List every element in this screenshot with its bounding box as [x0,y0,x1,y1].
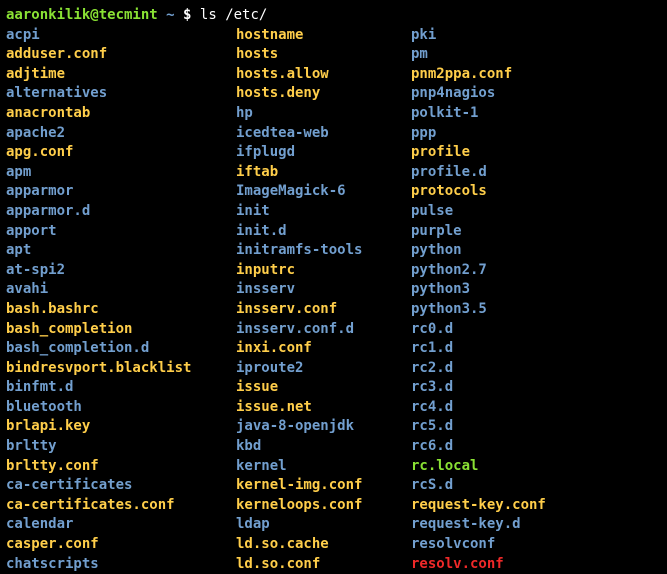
ls-entry: rc6.d [411,437,661,457]
ls-entry: bash.bashrc [6,300,236,320]
ls-entry: polkit-1 [411,104,661,124]
ls-entry: rc.local [411,457,661,477]
ls-entry: alternatives [6,84,236,104]
ls-entry: brltty [6,437,236,457]
ls-entry: python [411,241,661,261]
ls-entry: insserv.conf.d [236,320,411,340]
ls-entry: insserv.conf [236,300,411,320]
ls-entry: ppp [411,124,661,144]
ls-entry: profile [411,143,661,163]
ls-entry: iftab [236,163,411,183]
ls-entry: rc1.d [411,339,661,359]
ls-entry: bindresvport.blacklist [6,359,236,379]
ls-entry: python3 [411,280,661,300]
ls-entry: adjtime [6,65,236,85]
ls-entry: pnm2ppa.conf [411,65,661,85]
ls-entry: at-spi2 [6,261,236,281]
ls-entry: init [236,202,411,222]
ls-entry: request-key.d [411,515,661,535]
ls-entry: apparmor [6,182,236,202]
ls-entry: hosts [236,45,411,65]
ls-entry: inxi.conf [236,339,411,359]
ls-entry: brltty.conf [6,457,236,477]
ls-entry: resolv.conf [411,555,661,574]
ls-entry: rc2.d [411,359,661,379]
ls-entry: hosts.allow [236,65,411,85]
ls-entry: apache2 [6,124,236,144]
ls-entry: hosts.deny [236,84,411,104]
ls-entry: insserv [236,280,411,300]
ls-entry: rcS.d [411,476,661,496]
ls-entry: issue.net [236,398,411,418]
ls-entry: pulse [411,202,661,222]
ls-entry: kernel-img.conf [236,476,411,496]
ls-entry: kerneloops.conf [236,496,411,516]
ls-entry: ca-certificates [6,476,236,496]
ls-entry: ldap [236,515,411,535]
ls-entry: rc3.d [411,378,661,398]
ls-entry: ld.so.cache [236,535,411,555]
ls-entry: initramfs-tools [236,241,411,261]
ls-entry: brlapi.key [6,417,236,437]
command-input[interactable]: ls /etc/ [200,7,267,23]
ls-entry: pnp4nagios [411,84,661,104]
ls-entry: ifplugd [236,143,411,163]
ls-entry: ca-certificates.conf [6,496,236,516]
ls-entry: init.d [236,222,411,242]
ls-entry: pki [411,26,661,46]
prompt-dollar: $ [183,7,191,23]
ls-entry: python3.5 [411,300,661,320]
ls-entry: rc5.d [411,417,661,437]
ls-entry: python2.7 [411,261,661,281]
ls-entry: issue [236,378,411,398]
prompt-user-host: aaronkilik@tecmint [6,7,158,23]
ls-entry: calendar [6,515,236,535]
ls-output: acpihostnamepki adduser.confhostspm adjtim… [6,26,661,574]
ls-entry: ImageMagick-6 [236,182,411,202]
ls-entry: apm [6,163,236,183]
ls-entry: adduser.conf [6,45,236,65]
ls-entry: chatscripts [6,555,236,574]
ls-entry: request-key.conf [411,496,661,516]
ls-entry: rc4.d [411,398,661,418]
ls-entry: bluetooth [6,398,236,418]
ls-entry: rc0.d [411,320,661,340]
ls-entry: kernel [236,457,411,477]
ls-entry: protocols [411,182,661,202]
ls-entry: apg.conf [6,143,236,163]
ls-entry: apparmor.d [6,202,236,222]
ls-entry: iproute2 [236,359,411,379]
ls-entry: casper.conf [6,535,236,555]
ls-entry: kbd [236,437,411,457]
prompt-line[interactable]: aaronkilik@tecmint ~ $ ls /etc/ [6,6,661,26]
ls-entry: avahi [6,280,236,300]
ls-entry: apport [6,222,236,242]
ls-entry: apt [6,241,236,261]
ls-entry: hp [236,104,411,124]
ls-entry: resolvconf [411,535,661,555]
ls-entry: acpi [6,26,236,46]
ls-entry: pm [411,45,661,65]
ls-entry: purple [411,222,661,242]
ls-entry: inputrc [236,261,411,281]
ls-entry: java-8-openjdk [236,417,411,437]
ls-entry: hostname [236,26,411,46]
ls-entry: bash_completion [6,320,236,340]
ls-entry: binfmt.d [6,378,236,398]
ls-entry: profile.d [411,163,661,183]
ls-entry: icedtea-web [236,124,411,144]
ls-entry: ld.so.conf [236,555,411,574]
ls-entry: bash_completion.d [6,339,236,359]
prompt-cwd: ~ [166,7,183,23]
ls-entry: anacrontab [6,104,236,124]
